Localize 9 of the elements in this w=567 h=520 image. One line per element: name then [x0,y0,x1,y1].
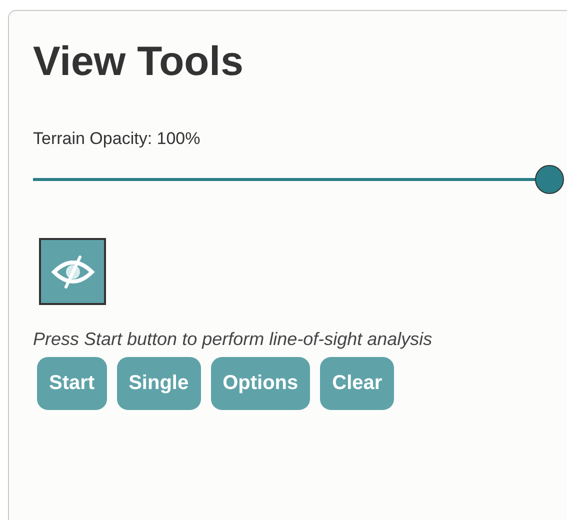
hint-text: Press Start button to perform line-of-sight analysis [33,328,434,351]
action-button[interactable]: Clear [320,357,394,410]
line-of-sight-button[interactable] [39,238,106,305]
action-button[interactable]: Single [116,357,201,410]
action-button[interactable]: Start [37,357,107,410]
opacity-label: Terrain Opacity: 100% [33,129,200,149]
panel-title: View Tools [33,37,244,85]
action-button[interactable]: Options [210,357,310,410]
slider-thumb[interactable] [535,165,564,194]
